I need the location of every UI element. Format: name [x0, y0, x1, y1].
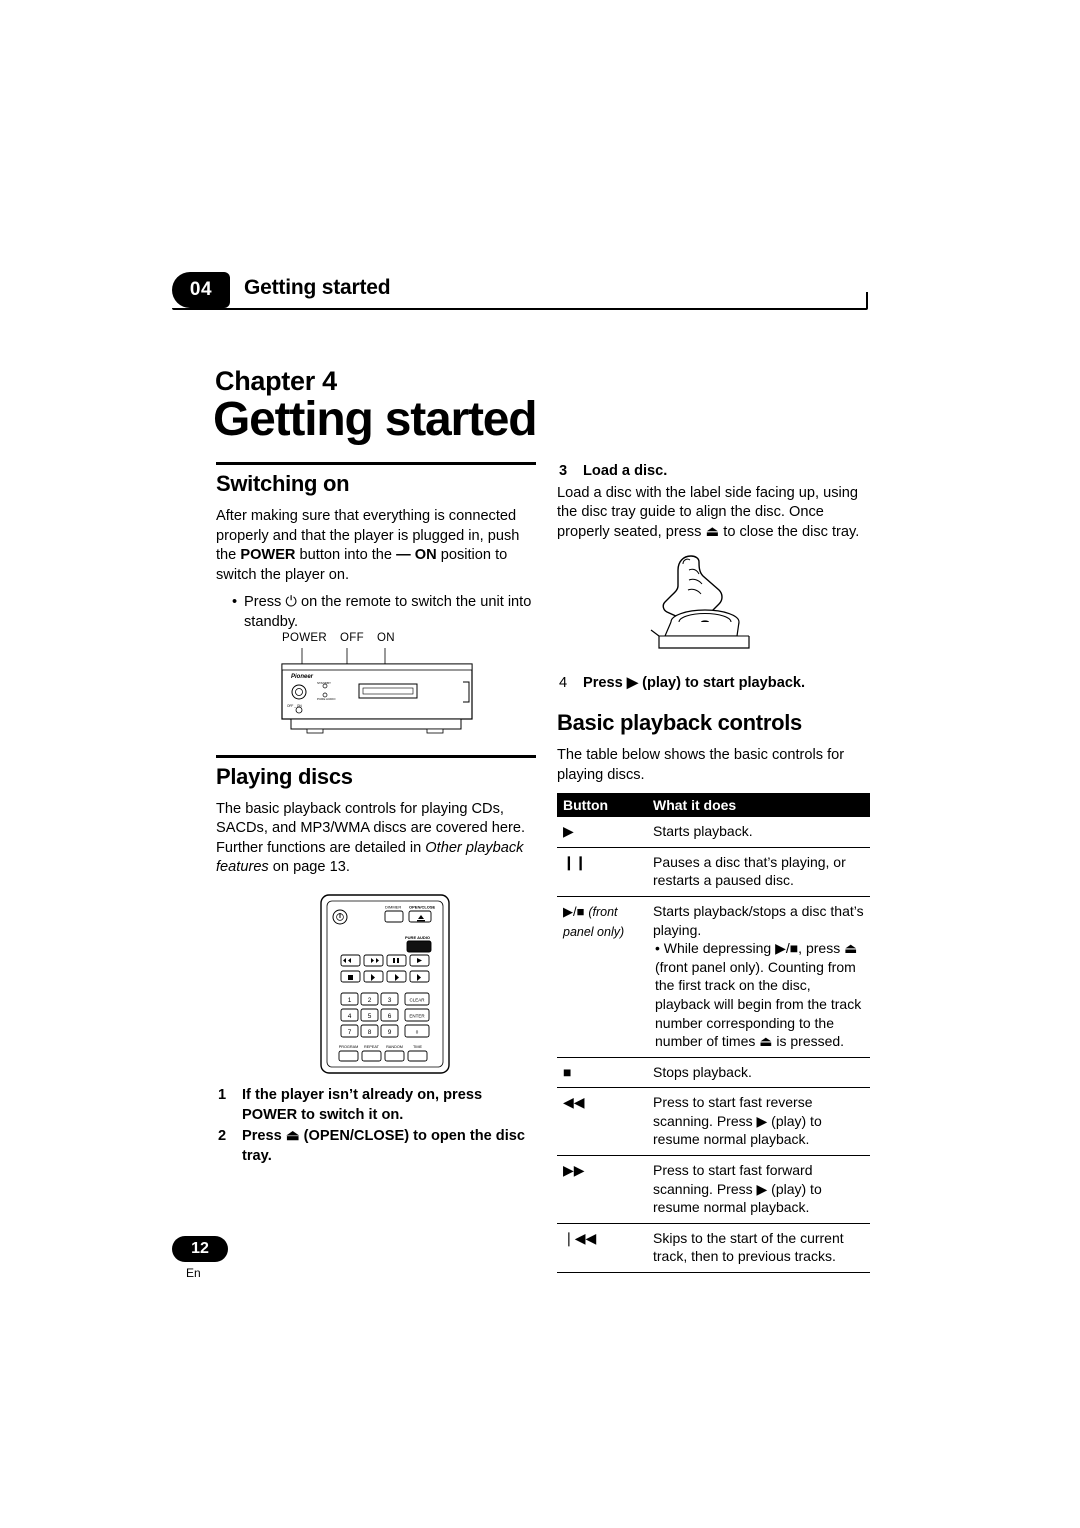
step-1-number: 1: [218, 1086, 227, 1103]
play-stop-desc-sub: • While depressing ▶/■, press ⏏ (front p…: [655, 940, 862, 1050]
button-symbol-stop: ■: [557, 1057, 647, 1089]
label-power: POWER: [282, 632, 327, 644]
remote-control-figure: DIMMER OPEN/CLOSE PURE AUDIO 1 2 3 4 5 6…: [313, 893, 458, 1075]
disc-loading-figure: [645, 552, 775, 662]
step-1: 1 If the player isn’t already on, press P…: [216, 1086, 536, 1125]
button-desc-pause: Pauses a disc that’s playing, or restart…: [647, 847, 870, 897]
table-row: ■ Stops playback.: [557, 1057, 870, 1089]
step-4: 4 Press ▶ (play) to start playback.: [557, 674, 870, 694]
play-stop-desc-main: Starts playback/stops a disc that’s play…: [653, 902, 864, 938]
table-row: ❘◀◀ Skips to the start of the current tr…: [557, 1223, 870, 1274]
svg-text:Pioneer: Pioneer: [291, 674, 314, 680]
table-header-button: Button: [557, 793, 647, 818]
step-1-text: If the player isn’t already on, press PO…: [242, 1086, 483, 1123]
svg-text:PURE AUDIO: PURE AUDIO: [317, 697, 336, 701]
button-desc-forward-scan: Press to start fast forward scanning. Pr…: [647, 1155, 870, 1224]
switching-on-text-2: button into the: [295, 547, 397, 564]
remote-control-drawing: DIMMER OPEN/CLOSE PURE AUDIO 1 2 3 4 5 6…: [320, 894, 450, 1074]
svg-text:REPEAT: REPEAT: [364, 1045, 380, 1049]
step-2-number: 2: [218, 1128, 227, 1145]
step-3-title: Load a disc.: [583, 463, 668, 479]
front-panel-drawing: Pioneer OFF _ ON STANDBY PURE AUDIO: [281, 648, 473, 734]
button-desc-play-stop: Starts playback/stops a disc that’s play…: [647, 896, 870, 1058]
chapter-number-badge: 04: [172, 272, 230, 308]
section-heading-playing-discs: Playing discs: [216, 763, 353, 789]
playing-discs-text-2: on page 13.: [268, 859, 350, 876]
svg-text:CLEAR: CLEAR: [409, 998, 425, 1003]
step-2-text: Press ⏏ (OPEN/CLOSE) to open the disc tr…: [242, 1128, 526, 1164]
button-desc-play: Starts playback.: [647, 817, 870, 848]
section-heading-switching-on: Switching on: [216, 471, 350, 496]
on-keyword: — ON: [396, 547, 437, 564]
svg-text:4: 4: [348, 1013, 352, 1020]
button-symbol-play: ▶: [557, 817, 647, 848]
disc-loading-drawing: [650, 555, 750, 649]
button-desc-reverse-scan: Press to start fast reverse scanning. Pr…: [647, 1087, 870, 1157]
svg-text:7: 7: [348, 1029, 352, 1036]
button-symbol-forward-scan: ▶▶: [557, 1155, 647, 1224]
svg-text:3: 3: [388, 997, 392, 1004]
svg-text:OPEN/CLOSE: OPEN/CLOSE: [409, 905, 436, 910]
button-symbol-reverse-scan: ◀◀: [557, 1087, 647, 1157]
front-panel-figure: POWER OFF ON Pioneer OFF _ ON STANDBY PU…: [277, 632, 492, 742]
playing-discs-paragraph: The basic playback controls for playing …: [216, 800, 536, 878]
section-heading-basic-playback: Basic playback controls: [557, 709, 802, 735]
button-symbol-play-stop: ▶/■ (front panel only): [557, 896, 647, 1058]
section-rule: [216, 462, 536, 465]
svg-text:DIMMER: DIMMER: [385, 905, 401, 910]
play-stop-glyph: ▶/■: [563, 903, 585, 919]
table-row: ▶▶ Press to start fast forward scanning.…: [557, 1155, 870, 1224]
section-rule: [216, 754, 536, 758]
step-3-heading: 3 Load a disc.: [557, 462, 870, 482]
button-desc-stop: Stops playback.: [647, 1057, 870, 1089]
step-3-text: Load a disc with the label side facing u…: [557, 484, 860, 540]
svg-text:9: 9: [388, 1029, 392, 1036]
table-header-what-it-does: What it does: [647, 793, 870, 818]
step-3-number: 3: [559, 463, 568, 479]
table-header-row: Button What it does: [557, 793, 870, 818]
svg-text:ENTER: ENTER: [409, 1014, 425, 1019]
svg-text:6: 6: [388, 1013, 392, 1020]
switching-on-bullets: Press ⏻ on the remote to switch the unit…: [216, 593, 536, 632]
table-row: ◀◀ Press to start fast reverse scanning.…: [557, 1087, 870, 1157]
page-title: Getting started: [244, 276, 391, 299]
svg-text:RANDOM: RANDOM: [386, 1045, 403, 1049]
step-4-number: 4: [559, 675, 568, 692]
table-row: ❙❙ Pauses a disc that’s playing, or rest…: [557, 847, 870, 897]
button-symbol-pause: ❙❙: [557, 847, 647, 897]
power-keyword: POWER: [240, 547, 296, 564]
footer-language: En: [186, 1266, 201, 1280]
button-symbol-previous-track: ❘◀◀: [557, 1223, 647, 1274]
svg-text:2: 2: [368, 997, 372, 1004]
svg-text:PURE AUDIO: PURE AUDIO: [405, 935, 430, 940]
step-4-text: Press ▶ (play) to start playback.: [583, 675, 806, 692]
switching-on-paragraph: After making sure that everything is con…: [216, 507, 536, 585]
svg-text:STANDBY: STANDBY: [317, 681, 331, 685]
label-on: ON: [377, 632, 395, 644]
label-off: OFF: [340, 632, 364, 644]
page-header: 04 Getting started: [172, 272, 868, 312]
basic-playback-intro: The table below shows the basic controls…: [557, 746, 845, 783]
svg-text:5: 5: [368, 1013, 372, 1020]
button-desc-previous-track: Skips to the start of the current track,…: [647, 1223, 870, 1274]
chapter-title: Getting started: [213, 393, 538, 446]
header-rule: [172, 292, 868, 310]
table-row: ▶ Starts playback.: [557, 817, 870, 848]
step-2: 2 Press ⏏ (OPEN/CLOSE) to open the disc t…: [216, 1127, 536, 1166]
svg-text:1: 1: [348, 997, 352, 1004]
table-row: ▶/■ (front panel only) Starts playback/s…: [557, 896, 870, 1058]
list-item: Press ⏻ on the remote to switch the unit…: [232, 593, 536, 632]
page-number-badge: 12: [172, 1236, 228, 1262]
svg-text:8: 8: [368, 1029, 372, 1036]
svg-text:TIME: TIME: [413, 1045, 423, 1049]
svg-text:PROGRAM: PROGRAM: [339, 1045, 359, 1049]
basic-playback-controls-table: Button What it does ▶ Starts playback. ❙…: [557, 793, 870, 1274]
